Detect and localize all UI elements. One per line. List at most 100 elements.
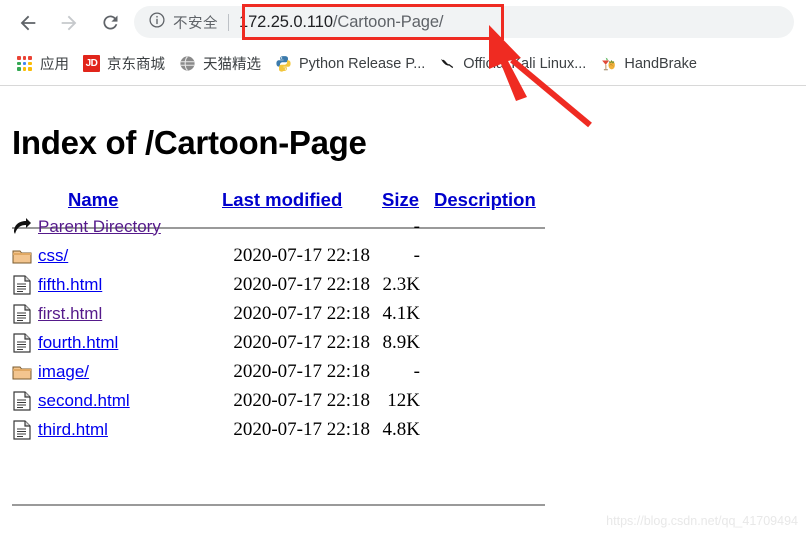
- bookmark-tmall-label: 天猫精选: [203, 57, 261, 73]
- bookmark-jd[interactable]: JD 京东商城: [76, 51, 172, 77]
- bookmark-kali-label: Official Kali Linux...: [463, 55, 587, 72]
- column-header-description[interactable]: Description: [430, 182, 544, 212]
- handbrake-cocktail-icon: [600, 55, 617, 72]
- entry-link[interactable]: Parent Directory: [38, 217, 161, 236]
- folder-icon: [12, 357, 38, 386]
- row-description: [430, 212, 544, 241]
- globe-icon: [179, 55, 196, 72]
- table-row: first.html 2020-07-17 22:18 4.1K: [12, 299, 544, 328]
- table-row: Parent Directory -: [12, 212, 544, 241]
- security-status-chip[interactable]: 不安全: [148, 11, 218, 34]
- file-icon: [12, 270, 38, 299]
- header-icon-cell: [12, 182, 38, 212]
- row-last-modified: 2020-07-17 22:18: [233, 331, 370, 353]
- url-path: /Cartoon-Page/: [332, 12, 444, 31]
- page-title: Index of /Cartoon-Page: [12, 124, 367, 162]
- entry-link[interactable]: first.html: [38, 304, 102, 323]
- bookmark-tmall[interactable]: 天猫精选: [172, 51, 268, 77]
- bookmark-python-label: Python Release P...: [299, 55, 426, 72]
- forward-arrow-icon: [58, 12, 80, 34]
- url-host: 172.25.0.110: [239, 12, 333, 31]
- jd-icon: JD: [83, 55, 100, 72]
- row-size: -: [413, 360, 420, 382]
- sort-by-size-link[interactable]: Size: [382, 189, 419, 210]
- entry-link[interactable]: second.html: [38, 391, 130, 410]
- row-name-cell: third.html: [38, 415, 222, 444]
- row-description: [430, 386, 544, 415]
- bookmark-kali[interactable]: Official Kali Linux...: [432, 51, 593, 77]
- row-name-cell: image/: [38, 357, 222, 386]
- directory-listing-table: Name Last modified Size Description Pare…: [12, 182, 544, 444]
- row-description: [430, 270, 544, 299]
- kali-dragon-icon: [439, 55, 456, 72]
- sort-by-name-link[interactable]: Name: [68, 189, 118, 210]
- row-description: [430, 357, 544, 386]
- forward-button[interactable]: [51, 5, 87, 41]
- url-text[interactable]: 172.25.0.110/Cartoon-Page/: [239, 12, 444, 32]
- bookmark-handbrake[interactable]: HandBrake: [593, 51, 704, 77]
- watermark: https://blog.csdn.net/qq_41709494: [606, 514, 798, 528]
- table-row: fifth.html 2020-07-17 22:18 2.3K: [12, 270, 544, 299]
- reload-icon: [100, 12, 121, 33]
- table-row: css/2020-07-17 22:18 -: [12, 241, 544, 270]
- entry-link[interactable]: third.html: [38, 420, 108, 439]
- info-circle-icon: [148, 11, 166, 34]
- row-last-modified: 2020-07-17 22:18: [233, 244, 370, 266]
- file-icon: [12, 415, 38, 444]
- row-size: 4.1K: [382, 302, 420, 324]
- row-last-modified: [222, 212, 376, 241]
- browser-toolbar: 不安全 172.25.0.110/Cartoon-Page/: [0, 0, 806, 45]
- row-last-modified: 2020-07-17 22:18: [233, 273, 370, 295]
- security-status-label: 不安全: [173, 15, 218, 32]
- row-name-cell: css/: [38, 241, 222, 270]
- row-name-cell: second.html: [38, 386, 222, 415]
- row-name-cell: fourth.html: [38, 328, 222, 357]
- table-header-row: Name Last modified Size Description: [12, 182, 544, 212]
- bookmarks-bar: 应用 JD 京东商城 天猫精选 Python Release P... Offi…: [0, 45, 806, 82]
- bookmark-apps[interactable]: 应用: [9, 51, 76, 77]
- row-description: [430, 415, 544, 444]
- omnibox-divider: [228, 13, 229, 31]
- folder-icon: [12, 241, 38, 270]
- row-size: 2.3K: [382, 273, 420, 295]
- directory-listing-body: Parent Directory - css/2020-07-17 22:18 - fi…: [12, 212, 544, 444]
- column-header-size[interactable]: Size: [376, 182, 430, 212]
- bookmark-jd-label: 京东商城: [107, 57, 165, 73]
- entry-link[interactable]: css/: [38, 246, 68, 265]
- row-size: 12K: [387, 389, 420, 411]
- row-name-cell: fifth.html: [38, 270, 222, 299]
- row-size: 4.8K: [382, 418, 420, 440]
- entry-link[interactable]: image/: [38, 362, 89, 381]
- row-description: [430, 328, 544, 357]
- entry-link[interactable]: fifth.html: [38, 275, 102, 294]
- table-row: second.html 2020-07-17 22:18 12K: [12, 386, 544, 415]
- column-header-name[interactable]: Name: [38, 182, 222, 212]
- row-name-cell: Parent Directory: [38, 212, 222, 241]
- bookmark-handbrake-label: HandBrake: [624, 55, 697, 72]
- column-header-last-modified[interactable]: Last modified: [222, 182, 376, 212]
- bookmark-python[interactable]: Python Release P...: [268, 51, 432, 77]
- apps-grid-icon: [16, 55, 33, 72]
- row-size: -: [413, 244, 420, 266]
- row-description: [430, 299, 544, 328]
- sort-by-date-link[interactable]: Last modified: [222, 189, 342, 210]
- address-bar[interactable]: 不安全 172.25.0.110/Cartoon-Page/: [134, 6, 794, 38]
- row-last-modified: 2020-07-17 22:18: [233, 418, 370, 440]
- python-icon: [275, 55, 292, 72]
- back-button[interactable]: [10, 5, 46, 41]
- back-arrow-icon: [17, 12, 39, 34]
- file-icon: [12, 328, 38, 357]
- footer-rule: [12, 504, 545, 506]
- row-size: 8.9K: [382, 331, 420, 353]
- table-row: image/2020-07-17 22:18 -: [12, 357, 544, 386]
- parent-directory-icon: [12, 212, 38, 241]
- row-size: -: [413, 215, 420, 237]
- reload-button[interactable]: [92, 5, 128, 41]
- browser-chrome: 不安全 172.25.0.110/Cartoon-Page/ 应用 JD 京东商…: [0, 0, 806, 86]
- table-row: fourth.html 2020-07-17 22:18 8.9K: [12, 328, 544, 357]
- entry-link[interactable]: fourth.html: [38, 333, 118, 352]
- sort-by-description-link[interactable]: Description: [434, 189, 536, 210]
- row-last-modified: 2020-07-17 22:18: [233, 302, 370, 324]
- page-content: Index of /Cartoon-Page Name Last modifie…: [0, 86, 806, 534]
- row-description: [430, 241, 544, 270]
